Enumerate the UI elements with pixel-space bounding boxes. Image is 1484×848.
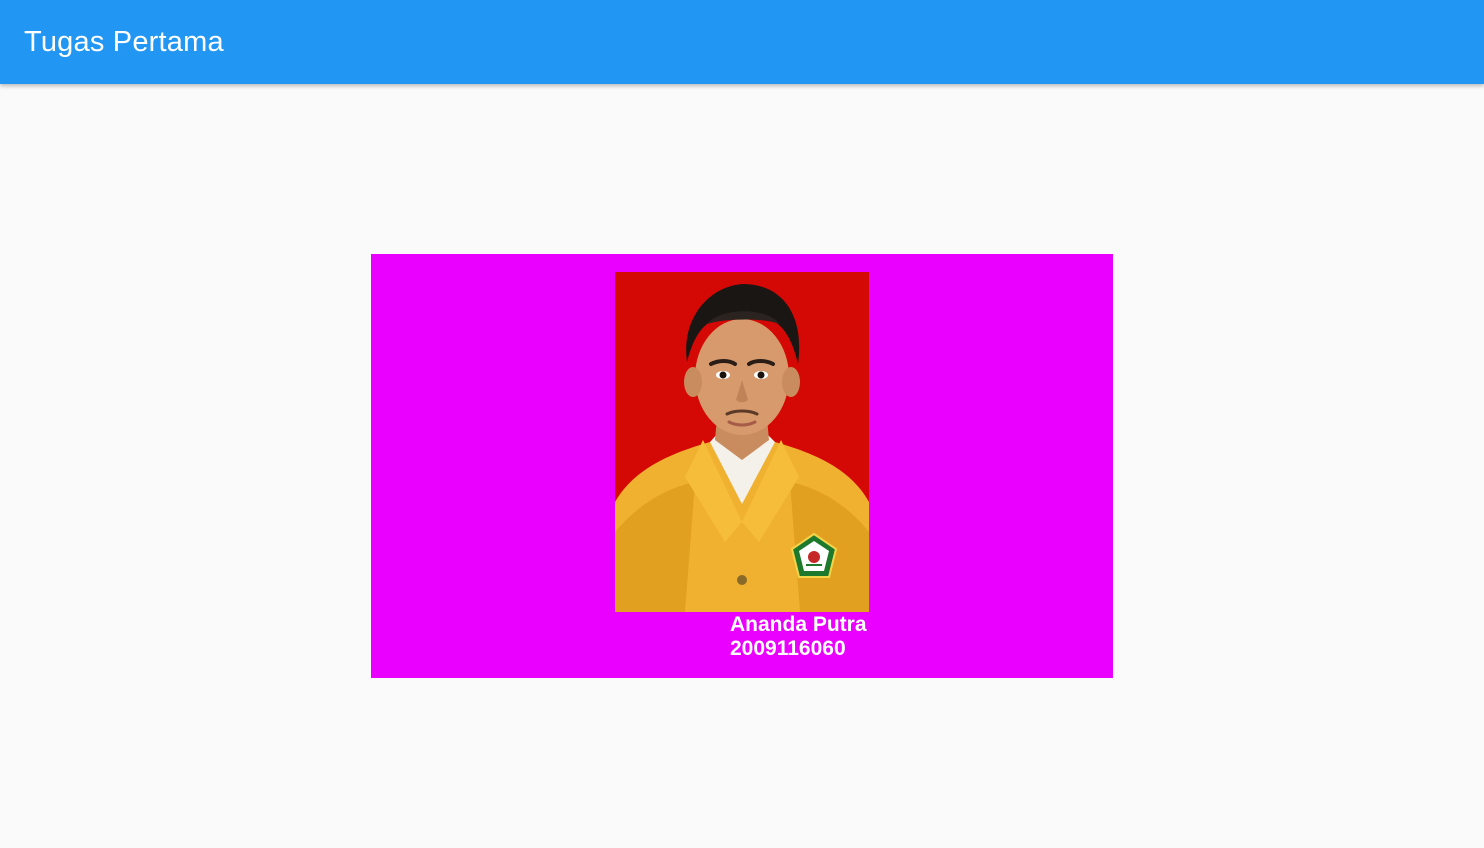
app-title: Tugas Pertama (24, 26, 224, 58)
student-id: 2009116060 (730, 637, 846, 660)
profile-card: Ananda Putra 2009116060 (371, 254, 1113, 678)
app-bar: Tugas Pertama (0, 0, 1484, 84)
profile-photo (615, 272, 869, 612)
student-name: Ananda Putra (730, 613, 867, 636)
profile-caption: Ananda Putra 2009116060 (730, 613, 867, 661)
